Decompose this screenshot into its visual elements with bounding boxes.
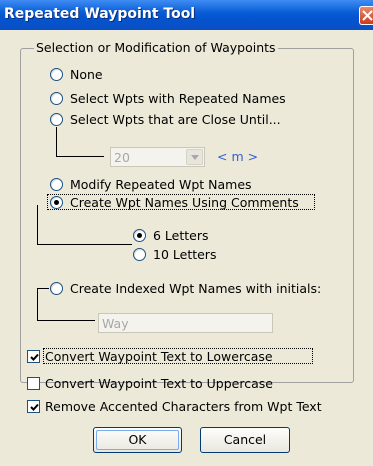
radio-none[interactable]: None: [50, 66, 200, 84]
dropdown-button[interactable]: [186, 149, 203, 165]
radio-10-letters[interactable]: 10 Letters: [133, 246, 233, 264]
radio-create-indexed-label: Create Indexed Wpt Names with initials:: [70, 281, 322, 296]
radio-circle[interactable]: [133, 229, 146, 242]
cancel-button[interactable]: Cancel: [200, 427, 290, 453]
radio-circle[interactable]: [50, 282, 63, 295]
checkbox-remove-accents[interactable]: Remove Accented Characters from Wpt Text: [27, 398, 347, 416]
bracket-line: [37, 288, 38, 321]
checkbox-remove-accents-label: Remove Accented Characters from Wpt Text: [45, 399, 322, 414]
checkmark-icon: [30, 353, 39, 361]
distance-select[interactable]: 20: [110, 147, 205, 167]
bracket-line: [37, 320, 95, 321]
group-title: Selection or Modification of Waypoints: [34, 40, 278, 55]
distance-value: 20: [114, 150, 130, 165]
radio-none-label: None: [70, 67, 103, 82]
bracket-line: [37, 205, 38, 245]
radio-10-letters-label: 10 Letters: [153, 247, 217, 262]
bracket-line: [37, 244, 132, 245]
checkbox-lowercase[interactable]: Convert Waypoint Text to Lowercase: [27, 348, 317, 366]
radio-circle[interactable]: [50, 92, 63, 105]
close-icon: [362, 10, 373, 21]
checkbox-box[interactable]: [27, 400, 40, 413]
close-button[interactable]: [359, 6, 373, 25]
dialog-window: Repeated Waypoint Tool Selection or Modi…: [0, 0, 373, 466]
radio-6-letters-label: 6 Letters: [153, 228, 209, 243]
radio-create-indexed[interactable]: Create Indexed Wpt Names with initials:: [50, 280, 350, 298]
radio-select-close[interactable]: Select Wpts that are Close Until...: [50, 111, 300, 129]
checkbox-uppercase[interactable]: Convert Waypoint Text to Uppercase: [27, 375, 317, 393]
radio-6-letters[interactable]: 6 Letters: [133, 227, 233, 245]
bracket-line: [56, 127, 57, 157]
window-title: Repeated Waypoint Tool: [4, 6, 196, 22]
distance-unit: < m >: [217, 149, 259, 164]
radio-circle[interactable]: [50, 68, 63, 81]
ok-button[interactable]: OK: [93, 427, 182, 453]
radio-modify-repeated[interactable]: Modify Repeated Wpt Names: [50, 176, 300, 194]
radio-create-comments[interactable]: Create Wpt Names Using Comments: [47, 194, 315, 212]
initials-value: Way: [102, 316, 129, 331]
radio-circle[interactable]: [133, 248, 146, 261]
ok-button-label: OK: [96, 430, 179, 450]
checkbox-box[interactable]: [27, 377, 40, 390]
focus-indicator: [43, 348, 313, 364]
bracket-line: [37, 288, 49, 289]
chevron-down-icon: [191, 155, 199, 160]
radio-circle[interactable]: [50, 113, 63, 126]
radio-modify-repeated-label: Modify Repeated Wpt Names: [70, 177, 252, 192]
radio-select-repeated[interactable]: Select Wpts with Repeated Names: [50, 90, 300, 108]
checkbox-box[interactable]: [27, 350, 40, 363]
checkbox-uppercase-label: Convert Waypoint Text to Uppercase: [45, 376, 273, 391]
radio-select-repeated-label: Select Wpts with Repeated Names: [70, 91, 286, 106]
radio-select-close-label: Select Wpts that are Close Until...: [70, 112, 281, 127]
radio-circle[interactable]: [50, 178, 63, 191]
initials-input[interactable]: Way: [98, 313, 273, 333]
focus-indicator: [47, 194, 315, 210]
title-bar[interactable]: Repeated Waypoint Tool: [0, 0, 373, 30]
bracket-line: [56, 156, 104, 157]
checkmark-icon: [30, 403, 39, 411]
